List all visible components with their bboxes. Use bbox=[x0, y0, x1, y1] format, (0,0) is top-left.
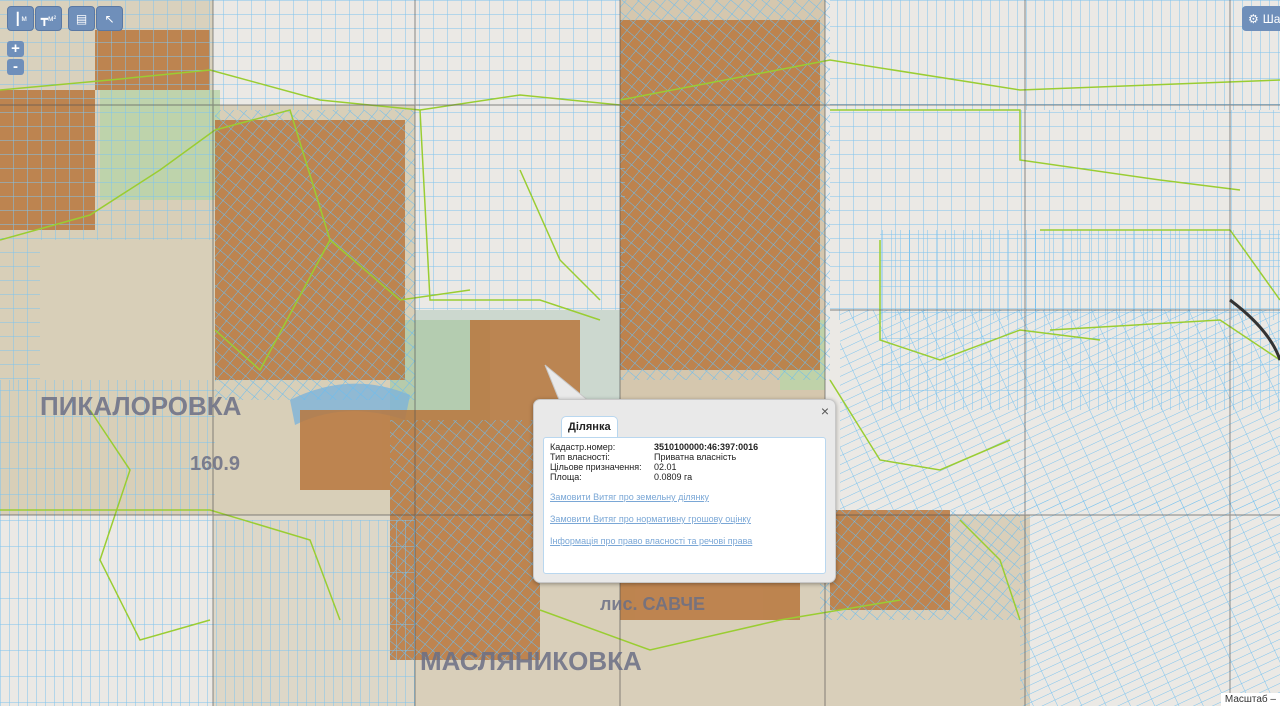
ownership-info-link[interactable]: Інформація про право власності та речові… bbox=[550, 536, 819, 546]
order-extract-valuation-link[interactable]: Замовити Витяг про нормативну грошову оц… bbox=[550, 514, 819, 524]
map-label-elevation: 160.9 bbox=[190, 453, 240, 475]
map-label-village: ПИКАЛОРОВКА bbox=[40, 391, 242, 421]
identify-button[interactable]: ↖ bbox=[96, 6, 123, 31]
attribute-row: Цільове призначення: 02.01 bbox=[550, 462, 677, 472]
tab-parcel[interactable]: Ділянка bbox=[561, 416, 618, 438]
pointer-help-icon: ↖ bbox=[104, 11, 115, 26]
ruler-icon: ┃ bbox=[14, 11, 22, 26]
zoom-out-button[interactable]: - bbox=[7, 59, 24, 75]
attribute-row: Площа: 0.0809 га bbox=[550, 472, 693, 482]
map-toolbar: ┃ м ┳ м² ▤ ↖ bbox=[7, 6, 123, 31]
popup-links: Замовити Витяг про земельну ділянку Замо… bbox=[550, 492, 819, 546]
attribute-row: Тип власності: Приватна власність bbox=[550, 452, 737, 462]
popup-body: Кадастр.номер: 3510100000:46:397:0016 Ти… bbox=[543, 437, 826, 574]
printer-icon: ▤ bbox=[75, 11, 88, 26]
map-label-savche: лис. САВЧЕ bbox=[600, 594, 705, 614]
attributes-table: Кадастр.номер: 3510100000:46:397:0016 Ти… bbox=[550, 442, 819, 482]
measure-area-button[interactable]: ┳ м² bbox=[35, 6, 62, 31]
order-extract-parcel-link[interactable]: Замовити Витяг про земельну ділянку bbox=[550, 492, 819, 502]
misc-tools: ▤ ↖ bbox=[68, 6, 123, 31]
measure-distance-button[interactable]: ┃ м bbox=[7, 6, 34, 31]
zoom-control: + - bbox=[7, 41, 24, 75]
attribute-row: Кадастр.номер: 3510100000:46:397:0016 bbox=[550, 442, 759, 452]
close-icon[interactable]: × bbox=[821, 403, 829, 419]
ruler-area-icon: ┳ bbox=[40, 11, 49, 26]
zoom-in-button[interactable]: + bbox=[7, 41, 24, 57]
gear-icon: ⚙ bbox=[1248, 11, 1259, 26]
layers-button[interactable]: ⚙ Шар bbox=[1242, 6, 1280, 31]
measure-tools: ┃ м ┳ м² bbox=[7, 6, 62, 31]
cadastral-map[interactable]: ПИКАЛОРОВКА 160.9 лис. САВЧЕ МАСЛЯНИКОВК… bbox=[0, 0, 1280, 706]
scale-label: Масштаб – bbox=[1220, 693, 1280, 706]
parcel-popup: × Ділянка Кадастр.номер: 3510100000:46:3… bbox=[533, 399, 836, 583]
print-button[interactable]: ▤ bbox=[68, 6, 95, 31]
map-label-maslyanikovka: МАСЛЯНИКОВКА bbox=[420, 646, 642, 676]
